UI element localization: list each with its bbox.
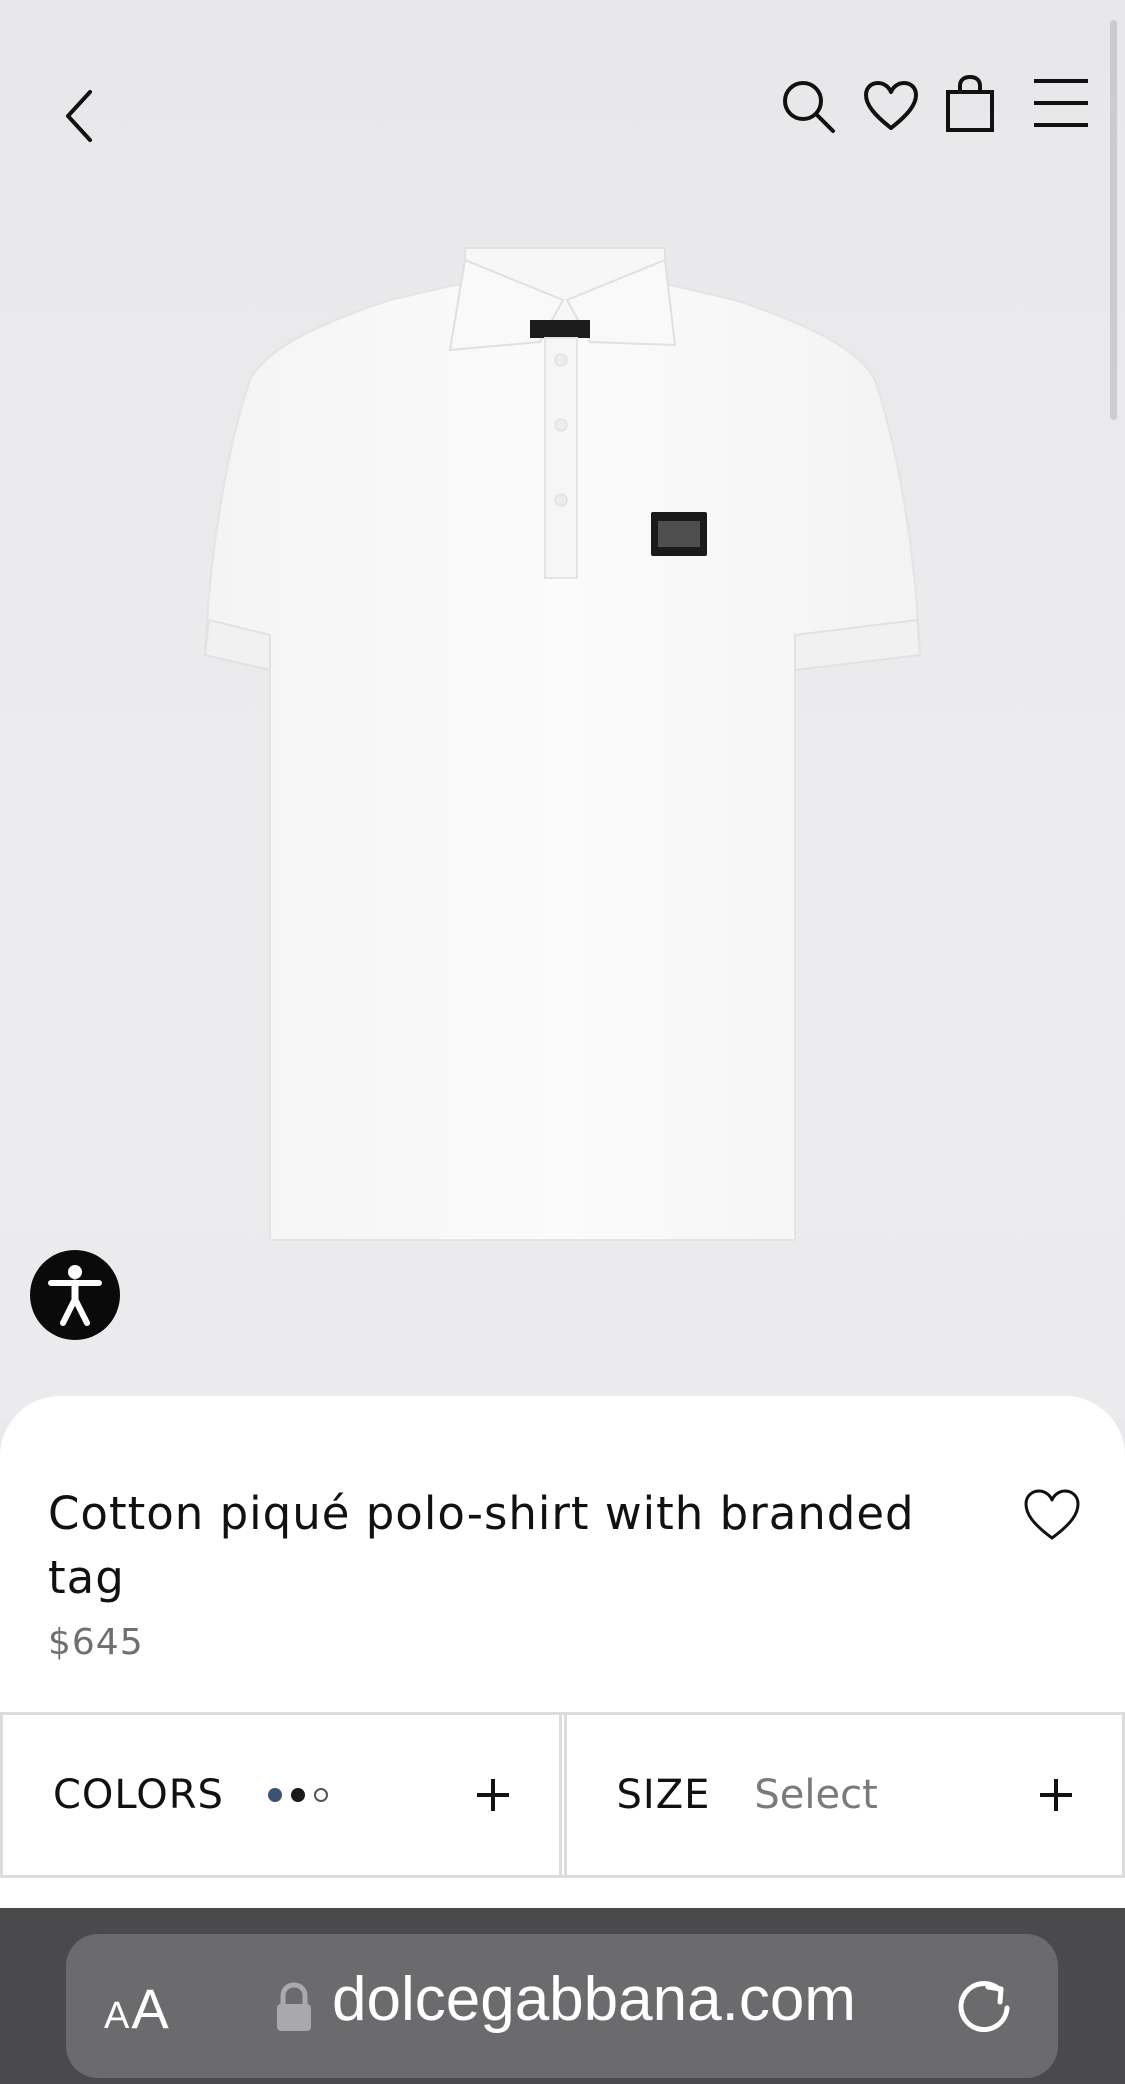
shopping-bag-icon — [946, 74, 994, 132]
reload-icon — [958, 1981, 1010, 2033]
color-swatch-blue[interactable] — [267, 1788, 282, 1802]
size-value: Select — [754, 1772, 878, 1818]
accessibility-icon — [48, 1265, 102, 1326]
url-field[interactable]: A A dolcegabbana.com — [66, 1934, 1058, 2078]
hamburger-menu-icon — [1034, 79, 1088, 127]
colors-expand-icon[interactable] — [475, 1777, 511, 1813]
menu-button[interactable] — [1022, 68, 1100, 138]
heart-outline-icon — [1024, 1489, 1080, 1540]
chevron-left-icon — [66, 90, 92, 142]
product-price: $645 — [48, 1622, 144, 1663]
aa-big-letter: A — [131, 1977, 169, 2040]
color-swatches — [267, 1788, 328, 1802]
product-title: Cotton piqué polo-shirt with branded tag — [48, 1487, 915, 1604]
shopping-bag-button[interactable] — [934, 68, 1006, 140]
url-text: dolcegabbana.com — [332, 1965, 856, 2034]
reader-text-size-button[interactable]: A A — [104, 1976, 169, 2040]
colors-selector[interactable]: COLORS — [0, 1715, 562, 1875]
wishlist-button[interactable] — [855, 70, 927, 142]
accessibility-button[interactable] — [30, 1250, 120, 1340]
size-expand-icon[interactable] — [1038, 1777, 1074, 1813]
size-label: SIZE — [616, 1772, 711, 1818]
heart-icon — [864, 81, 918, 130]
product-options: COLORS SIZE Select — [0, 1712, 1125, 1878]
reload-button[interactable] — [948, 1970, 1020, 2042]
white-polo-shirt-image[interactable] — [195, 240, 930, 1250]
browser-address-bar: A A dolcegabbana.com — [0, 1908, 1125, 2084]
colors-label: COLORS — [53, 1772, 224, 1818]
lock-icon — [277, 1982, 311, 2031]
add-to-wishlist-button[interactable] — [1019, 1482, 1085, 1548]
search-icon — [783, 81, 835, 133]
color-swatch-black[interactable] — [290, 1788, 305, 1802]
product-info-sheet: Cotton piqué polo-shirt with branded tag… — [0, 1396, 1125, 1908]
size-selector[interactable]: SIZE Select — [563, 1715, 1125, 1875]
back-button[interactable] — [50, 76, 110, 156]
color-swatch-white[interactable] — [313, 1788, 328, 1802]
product-hero — [0, 0, 1125, 1420]
top-navigation-bar — [0, 0, 1125, 200]
aa-small-letter: A — [104, 1995, 130, 2037]
search-button[interactable] — [772, 70, 844, 142]
